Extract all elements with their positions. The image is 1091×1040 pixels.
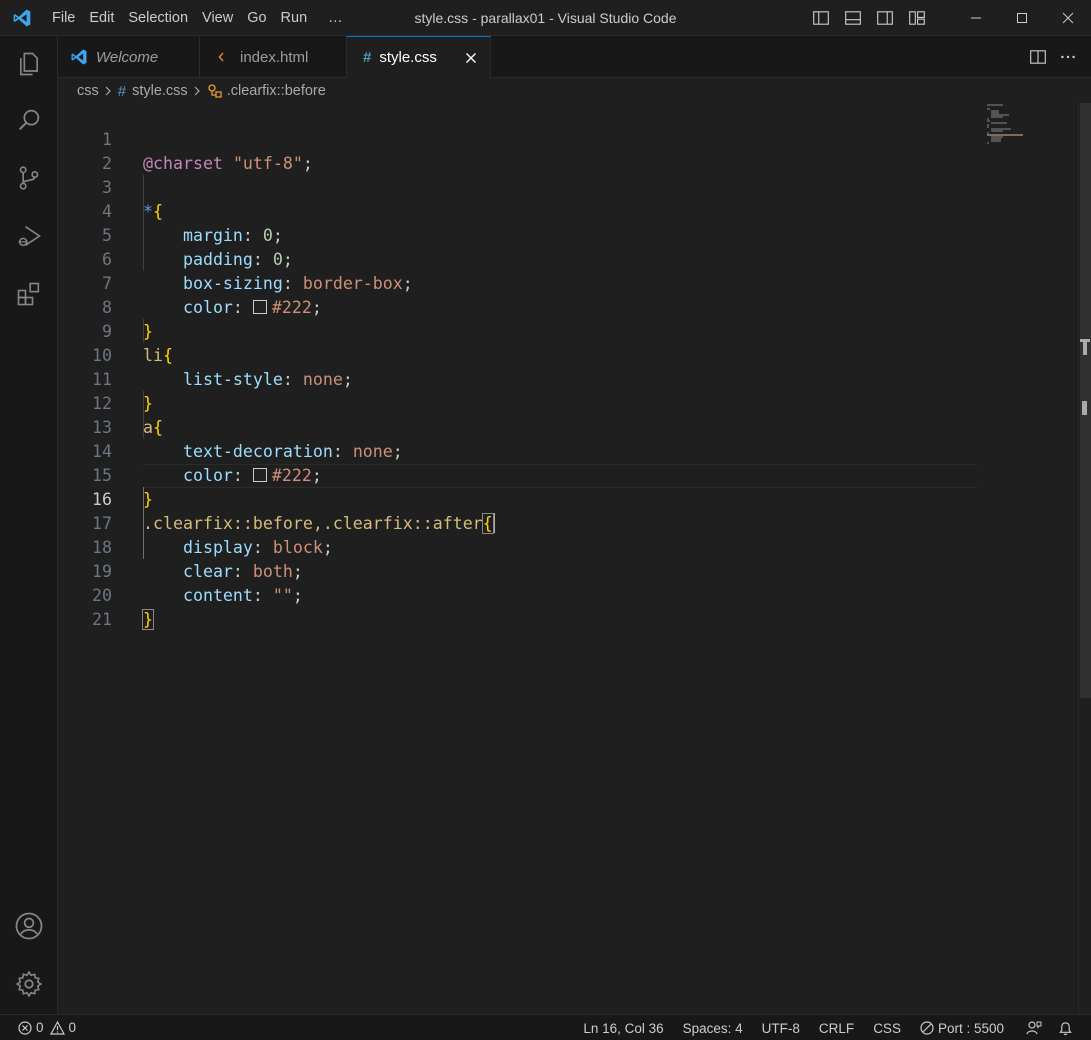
- status-bar-right: Ln 16, Col 36 Spaces: 4 UTF-8 CRLF CSS P…: [575, 1015, 1091, 1040]
- live-server-port[interactable]: Port : 5500: [912, 1015, 1012, 1040]
- accounts-icon[interactable]: [0, 898, 58, 954]
- vscode-logo-icon[interactable]: [0, 0, 44, 36]
- code-line: 9 li{: [58, 296, 1078, 365]
- source-control-icon[interactable]: [0, 150, 58, 206]
- menu-bar: File Edit Selection View Go Run …: [44, 0, 350, 36]
- error-count: 0: [36, 1020, 44, 1035]
- warning-icon: [49, 1020, 65, 1035]
- code-line: 6 box-sizing: border-box;: [58, 224, 1078, 293]
- tab-welcome[interactable]: Welcome: [58, 36, 200, 78]
- menu-selection[interactable]: Selection: [121, 0, 195, 36]
- language-mode[interactable]: CSS: [865, 1015, 909, 1040]
- no-entry-icon: [920, 1021, 934, 1035]
- code-line: 14 color: #222;: [58, 416, 1078, 485]
- status-bar: 0 0 Ln 16, Col 36 Spaces: 4 UTF-8 CRLF C…: [0, 1014, 1091, 1040]
- tab-style-css[interactable]: # style.css: [347, 36, 491, 79]
- menu-view[interactable]: View: [195, 0, 240, 36]
- minimap[interactable]: [985, 103, 1065, 163]
- problems-indicator[interactable]: 0 0: [0, 1020, 76, 1035]
- code-line: 21: [58, 584, 1078, 629]
- overview-ruler-cursor: [1082, 401, 1087, 415]
- code-line: 4 margin: 0;: [58, 176, 1078, 245]
- indentation[interactable]: Spaces: 4: [675, 1015, 751, 1040]
- tab-index-html[interactable]: index.html: [200, 36, 347, 78]
- settings-gear-icon[interactable]: [0, 956, 58, 1012]
- toggle-primary-sidebar-icon[interactable]: [805, 0, 837, 36]
- breadcrumb-symbol[interactable]: .clearfix::before: [227, 83, 326, 99]
- token: }: [142, 609, 154, 630]
- code-line: 5 padding: 0;: [58, 200, 1078, 269]
- code-line: 10 list-style: none;: [58, 320, 1078, 389]
- code-line: 2: [58, 128, 1078, 173]
- minimize-icon[interactable]: [953, 0, 999, 36]
- error-icon: [18, 1020, 32, 1035]
- cursor-position[interactable]: Ln 16, Col 36: [575, 1015, 671, 1040]
- vertical-scrollbar[interactable]: [1078, 103, 1091, 1014]
- more-actions-icon[interactable]: [1053, 36, 1083, 78]
- code-line: 12 a{: [58, 368, 1078, 437]
- customize-layout-icon[interactable]: [901, 0, 933, 36]
- maximize-icon[interactable]: [999, 0, 1045, 36]
- menu-go[interactable]: Go: [240, 0, 273, 36]
- title-bar: File Edit Selection View Go Run … style.…: [0, 0, 1091, 36]
- tab-label: style.css: [379, 49, 437, 66]
- overview-ruler-mark: [1083, 339, 1087, 355]
- editor-tabs: Welcome index.html # style.css: [58, 36, 1091, 79]
- encoding[interactable]: UTF-8: [754, 1015, 808, 1040]
- explorer-icon[interactable]: [0, 36, 58, 92]
- breadcrumb-folder[interactable]: css: [77, 83, 99, 99]
- menu-edit[interactable]: Edit: [82, 0, 121, 36]
- port-label: Port : 5500: [937, 1020, 1004, 1036]
- code-line: 20 }: [58, 560, 1078, 630]
- close-window-icon[interactable]: [1045, 0, 1091, 36]
- extensions-icon[interactable]: [0, 266, 58, 322]
- code-editor[interactable]: 1 @charset "utf-8"; 2 3 *{ 4 margin: 0; …: [58, 103, 1078, 1014]
- code-line: 15 }: [58, 440, 1078, 509]
- code-line-active: 16 .clearfix::before,.clearfix::after{: [58, 464, 1078, 534]
- warning-count: 0: [68, 1020, 77, 1035]
- chevron-right-icon: [103, 86, 113, 96]
- code-line: 3 *{: [58, 152, 1078, 221]
- menu-run[interactable]: Run: [274, 0, 315, 36]
- html-file-icon: [218, 50, 232, 64]
- feedback-icon[interactable]: [1018, 1015, 1050, 1040]
- css-file-icon: #: [117, 82, 127, 100]
- code-line: 1 @charset "utf-8";: [58, 104, 1078, 173]
- code-line: 7 color: #222;: [58, 248, 1078, 317]
- code-line: 17 display: block;: [58, 488, 1078, 557]
- css-file-icon: #: [363, 49, 372, 66]
- search-icon[interactable]: [0, 92, 58, 148]
- code-line: 8 }: [58, 272, 1078, 341]
- toggle-panel-icon[interactable]: [837, 0, 869, 36]
- menu-file[interactable]: File: [44, 0, 82, 36]
- code-line: 18 clear: both;: [58, 512, 1078, 581]
- chevron-right-icon: [192, 86, 202, 96]
- activity-bar: [0, 36, 58, 1014]
- code-line: 11 }: [58, 344, 1078, 413]
- breadcrumb: css # style.css .clearfix::before: [58, 79, 1078, 103]
- toggle-secondary-sidebar-icon[interactable]: [869, 0, 901, 36]
- end-of-line[interactable]: CRLF: [811, 1015, 862, 1040]
- code-line: 19 content: "";: [58, 536, 1078, 605]
- breadcrumb-file[interactable]: style.css: [132, 83, 188, 99]
- line-number: 21: [92, 610, 112, 629]
- vscode-logo-icon: [70, 48, 88, 66]
- code-line: 13 text-decoration: none;: [58, 392, 1078, 461]
- menu-more[interactable]: …: [314, 0, 350, 36]
- title-actions: [805, 0, 1091, 36]
- tab-label: Welcome: [96, 48, 159, 66]
- symbol-class-icon: [207, 83, 223, 99]
- run-and-debug-icon[interactable]: [0, 208, 58, 264]
- split-editor-icon[interactable]: [1023, 36, 1053, 78]
- editor-actions: [1023, 36, 1091, 78]
- close-icon[interactable]: [462, 49, 480, 67]
- notifications-bell-icon[interactable]: [1050, 1015, 1081, 1040]
- tab-label: index.html: [240, 48, 309, 66]
